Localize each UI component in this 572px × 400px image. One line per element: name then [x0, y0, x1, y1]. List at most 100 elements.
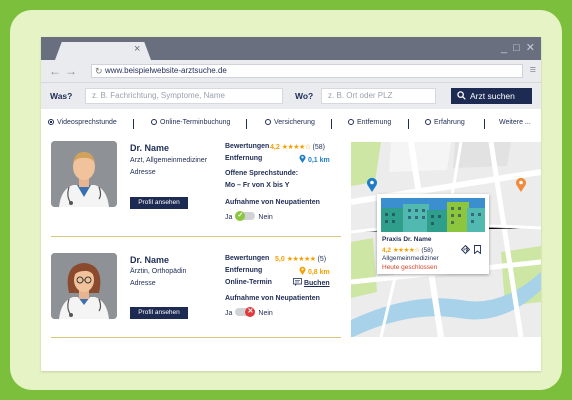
divider	[331, 119, 332, 129]
filter-label: Videosprechstunde	[57, 119, 117, 126]
where-input[interactable]: z. B. Ort oder PLZ	[321, 88, 436, 104]
radio-icon	[425, 119, 431, 125]
browser-window: × _ □ ✕ ← → ↻ www.beispielwebsite-arztsu…	[41, 37, 541, 371]
location-pin-icon	[299, 154, 306, 163]
url-text: www.beispielwebsite-arztsuche.de	[105, 66, 227, 75]
back-arrow-icon[interactable]: ←	[49, 64, 61, 78]
doctor-name[interactable]: Dr. Name	[130, 143, 169, 153]
no-label: Nein	[258, 214, 273, 221]
close-window-icon[interactable]: ✕	[526, 42, 535, 54]
star-rating-icon: ★★★★★	[286, 256, 316, 263]
practice-image	[381, 198, 485, 232]
forward-arrow-icon[interactable]: →	[65, 64, 77, 78]
directions-icon[interactable]	[461, 245, 470, 254]
radio-icon	[151, 119, 157, 125]
book-label: Buchen	[303, 280, 330, 287]
divider	[133, 119, 134, 129]
filter-insurance[interactable]: Versicherung	[265, 119, 315, 126]
search-icon	[457, 91, 466, 100]
new-patients-label: Aufnahme von Neupatienten	[225, 199, 320, 206]
filter-bar: Videosprechstunde Online-Terminbuchung V…	[41, 117, 541, 131]
review-count: (5)	[317, 256, 327, 263]
distance-value: 0,8 km	[307, 269, 330, 276]
star-rating-icon: ★★★★☆	[281, 144, 311, 151]
online-booking-label: Online-Termin	[225, 279, 272, 286]
distance-label: Entfernung	[225, 267, 263, 274]
rating-value: 4,2	[270, 144, 280, 151]
distance-label: Entfernung	[225, 155, 263, 162]
rating-row[interactable]: 5,0 ★★★★★ (5)	[275, 255, 326, 263]
view-profile-button[interactable]: Profil ansehen	[130, 307, 188, 319]
practice-rating: 4,2 ★★★★☆ (58)	[382, 246, 433, 254]
bookmark-icon[interactable]	[474, 245, 481, 254]
tab-close-icon[interactable]: ×	[134, 44, 140, 55]
radio-icon	[265, 119, 271, 125]
filter-online-booking[interactable]: Online-Terminbuchung	[151, 119, 230, 126]
new-patients-label: Aufnahme von Neupatienten	[225, 295, 320, 302]
distance-row: 0,1 km	[299, 154, 330, 164]
divider	[246, 119, 247, 129]
book-link[interactable]: Buchen	[293, 278, 330, 287]
ratings-label: Bewertungen	[225, 143, 270, 150]
search-doctor-button[interactable]: Arzt suchen	[451, 88, 532, 104]
filter-video[interactable]: Videosprechstunde	[48, 119, 117, 126]
doctor-specialty: Ärztin, Orthopädin	[130, 268, 187, 275]
no-label: Nein	[258, 310, 273, 317]
doctor-name[interactable]: Dr. Name	[130, 255, 169, 265]
yes-label: Ja	[225, 214, 233, 221]
doctor-avatar-male	[51, 141, 117, 207]
practice-name: Praxis Dr. Name	[382, 236, 432, 243]
divider	[484, 119, 485, 129]
filter-label: Erfahrung	[434, 119, 465, 126]
minimize-icon[interactable]: _	[501, 42, 507, 54]
new-patients-toggle[interactable]: ✕	[235, 307, 256, 317]
title-bar: × _ □ ✕	[41, 37, 541, 60]
new-patients-toggle-row[interactable]: Ja ✕ Nein	[225, 307, 273, 317]
doctor-specialty: Arzt, Allgemeinmediziner	[130, 157, 208, 164]
browser-menu-icon[interactable]: ≡	[530, 64, 536, 76]
window-controls: _ □ ✕	[501, 42, 535, 54]
new-patients-toggle[interactable]: ✓	[235, 211, 256, 221]
reload-icon[interactable]: ↻	[95, 65, 103, 77]
filter-distance[interactable]: Entfernung	[348, 119, 391, 126]
map-view[interactable]: Praxis Dr. Name 4,2 ★★★★☆ (58) Allgemein…	[351, 142, 541, 337]
rating-value: 4,2	[382, 247, 392, 254]
result-divider	[51, 236, 341, 237]
practice-specialty: Allgemeinmediziner	[382, 255, 439, 262]
where-label: Wo?	[295, 91, 314, 101]
review-count: (58)	[312, 144, 325, 151]
new-patients-toggle-row[interactable]: Ja ✓ Nein	[225, 211, 273, 221]
x-icon: ✕	[245, 307, 256, 317]
distance-row: 0,8 km	[299, 266, 330, 276]
check-icon: ✓	[235, 211, 246, 221]
doctor-address: Adresse	[130, 169, 156, 176]
what-label: Was?	[50, 91, 73, 101]
result-divider	[51, 337, 341, 338]
radio-icon	[348, 119, 354, 125]
rating-value: 5,0	[275, 256, 285, 263]
filter-experience[interactable]: Erfahrung	[425, 119, 465, 126]
radio-selected-icon	[48, 119, 54, 125]
filter-label: Online-Terminbuchung	[160, 119, 231, 126]
search-bar: Was? z. B. Fachrichtung, Symptome, Name …	[41, 82, 541, 109]
url-field[interactable]: ↻ www.beispielwebsite-arztsuche.de	[91, 64, 523, 78]
filter-more[interactable]: Weitere ...	[499, 119, 531, 126]
what-input[interactable]: z. B. Fachrichtung, Symptome, Name	[85, 88, 283, 104]
map-info-card[interactable]: Praxis Dr. Name 4,2 ★★★★☆ (58) Allgemein…	[377, 194, 489, 274]
hours-label: Offene Sprechstunde:	[225, 170, 299, 177]
divider	[408, 119, 409, 129]
yes-label: Ja	[225, 310, 233, 317]
star-rating-icon: ★★★★☆	[392, 247, 420, 254]
doctor-address: Adresse	[130, 280, 156, 287]
maximize-icon[interactable]: □	[513, 42, 520, 54]
view-profile-button[interactable]: Profil ansehen	[130, 197, 188, 209]
distance-value: 0,1 km	[307, 157, 330, 164]
practice-status: Heute geschlossen	[382, 264, 438, 271]
ratings-label: Bewertungen	[225, 255, 270, 262]
doctor-avatar-female	[51, 253, 117, 319]
review-count: (58)	[421, 247, 433, 254]
filter-label: Entfernung	[357, 119, 392, 126]
location-pin-icon	[299, 266, 306, 275]
rating-row[interactable]: 4,2 ★★★★☆ (58)	[270, 143, 325, 151]
search-button-label: Arzt suchen	[470, 91, 515, 101]
